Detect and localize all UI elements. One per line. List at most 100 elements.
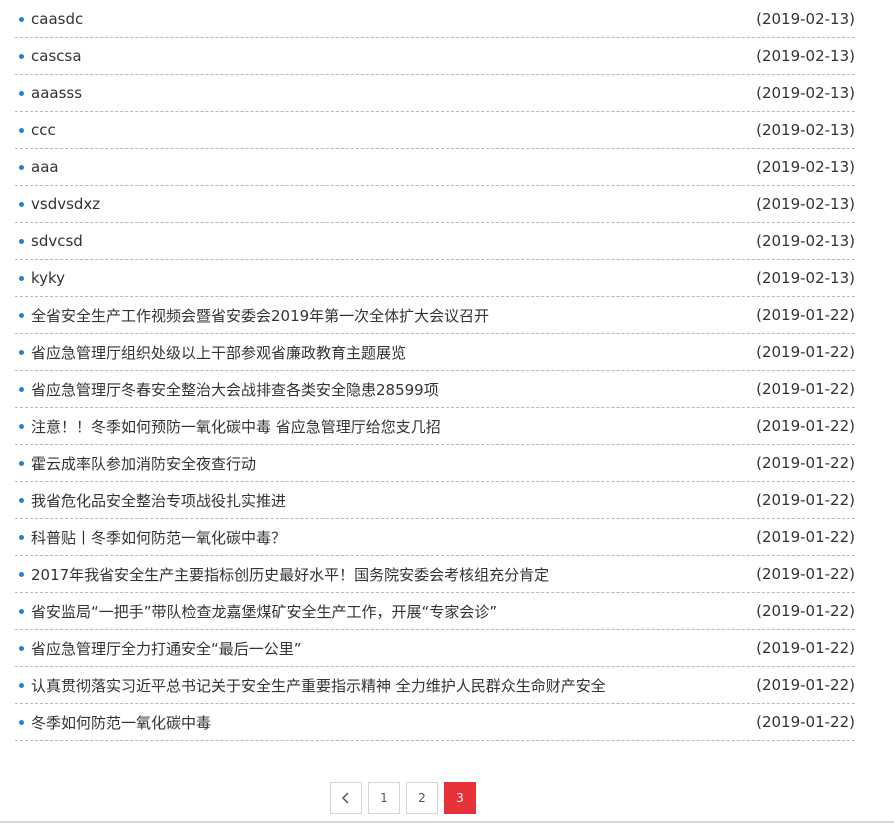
list-item-left: 省安监局“一把手”带队检查龙嘉堡煤矿安全生产工作，开展“专家会诊” [15,601,497,622]
bullet-icon [19,460,24,466]
article-date: (2019-01-22) [756,306,855,324]
article-title-link[interactable]: aaasss [31,84,82,102]
list-item[interactable]: vsdvsdxz (2019-02-13) [15,186,855,223]
article-title-link[interactable]: 省应急管理厅冬春安全整治大会战排查各类安全隐患28599项 [31,379,439,400]
article-date: (2019-02-13) [756,47,855,65]
article-title-link[interactable]: 省应急管理厅组织处级以上干部参观省廉政教育主题展览 [31,342,406,363]
article-title-link[interactable]: 全省安全生产工作视频会暨省安委会2019年第一次全体扩大会议召开 [31,305,489,326]
article-title-link[interactable]: 注意！！冬季如何预防一氧化碳中毒 省应急管理厅给您支几招 [31,416,441,437]
chevron-left-icon [341,792,349,804]
footer-divider [0,821,894,823]
list-item[interactable]: 省应急管理厅组织处级以上干部参观省廉政教育主题展览 (2019-01-22) [15,334,855,371]
list-item-left: 2017年我省安全生产主要指标创历史最好水平！国务院安委会考核组充分肯定 [15,564,549,585]
article-title-link[interactable]: cascsa [31,47,82,65]
list-item[interactable]: aaa (2019-02-13) [15,149,855,186]
article-list: caasdc (2019-02-13) cascsa (2019-02-13) aaas… [15,1,855,741]
list-item-left: 霍云成率队参加消防安全夜查行动 [15,453,256,474]
prev-page-button[interactable] [330,782,362,814]
list-item[interactable]: aaasss (2019-02-13) [15,75,855,112]
article-title-link[interactable]: 科普贴丨冬季如何防范一氧化碳中毒？ [31,527,286,548]
list-item-left: 认真贯彻落实习近平总书记关于安全生产重要指示精神 全力维护人民群众生命财产安全 [15,675,606,696]
list-item-left: 注意！！冬季如何预防一氧化碳中毒 省应急管理厅给您支几招 [15,416,441,437]
bullet-icon [19,238,24,244]
list-item[interactable]: caasdc (2019-02-13) [15,1,855,38]
page-button-1[interactable]: 1 [368,782,400,814]
article-date: (2019-02-13) [756,158,855,176]
bullet-icon [19,423,24,429]
bullet-icon [19,645,24,651]
list-item-left: aaasss [15,84,82,102]
article-date: (2019-02-13) [756,195,855,213]
article-date: (2019-02-13) [756,121,855,139]
article-title-link[interactable]: 省应急管理厅全力打通安全“最后一公里” [31,638,302,659]
list-item[interactable]: cascsa (2019-02-13) [15,38,855,75]
article-date: (2019-02-13) [756,269,855,287]
article-date: (2019-01-22) [756,713,855,731]
list-item-left: 省应急管理厅组织处级以上干部参观省廉政教育主题展览 [15,342,406,363]
list-item-left: vsdvsdxz [15,195,100,213]
bullet-icon [19,534,24,540]
list-item[interactable]: 注意！！冬季如何预防一氧化碳中毒 省应急管理厅给您支几招 (2019-01-22) [15,408,855,445]
article-date: (2019-02-13) [756,232,855,250]
bullet-icon [19,201,24,207]
article-title-link[interactable]: ccc [31,121,56,139]
list-item[interactable]: 霍云成率队参加消防安全夜查行动 (2019-01-22) [15,445,855,482]
list-item-left: 科普贴丨冬季如何防范一氧化碳中毒？ [15,527,286,548]
article-date: (2019-02-13) [756,84,855,102]
article-title-link[interactable]: caasdc [31,10,83,28]
article-title-link[interactable]: vsdvsdxz [31,195,100,213]
article-date: (2019-01-22) [756,380,855,398]
article-date: (2019-01-22) [756,454,855,472]
article-date: (2019-01-22) [756,639,855,657]
list-item-left: 冬季如何防范一氧化碳中毒 [15,712,211,733]
article-title-link[interactable]: 冬季如何防范一氧化碳中毒 [31,712,211,733]
page-button-3-current[interactable]: 3 [444,782,476,814]
article-title-link[interactable]: 省安监局“一把手”带队检查龙嘉堡煤矿安全生产工作，开展“专家会诊” [31,601,497,622]
article-title-link[interactable]: 霍云成率队参加消防安全夜查行动 [31,453,256,474]
article-title-link[interactable]: kyky [31,269,65,287]
list-item[interactable]: 省应急管理厅冬春安全整治大会战排查各类安全隐患28599项 (2019-01-22… [15,371,855,408]
bullet-icon [19,90,24,96]
article-title-link[interactable]: sdvcsd [31,232,83,250]
article-date: (2019-01-22) [756,491,855,509]
list-item[interactable]: 冬季如何防范一氧化碳中毒 (2019-01-22) [15,704,855,741]
pagination: 1 2 3 [330,782,476,814]
article-title-link[interactable]: 2017年我省安全生产主要指标创历史最好水平！国务院安委会考核组充分肯定 [31,564,549,585]
list-item-left: caasdc [15,10,83,28]
bullet-icon [19,275,24,281]
list-item-left: sdvcsd [15,232,83,250]
article-title-link[interactable]: 认真贯彻落实习近平总书记关于安全生产重要指示精神 全力维护人民群众生命财产安全 [31,675,606,696]
bullet-icon [19,127,24,133]
list-item-left: cascsa [15,47,82,65]
list-item[interactable]: 省应急管理厅全力打通安全“最后一公里” (2019-01-22) [15,630,855,667]
bullet-icon [19,349,24,355]
list-item[interactable]: ccc (2019-02-13) [15,112,855,149]
list-item-left: 省应急管理厅冬春安全整治大会战排查各类安全隐患28599项 [15,379,439,400]
list-item[interactable]: 认真贯彻落实习近平总书记关于安全生产重要指示精神 全力维护人民群众生命财产安全 (… [15,667,855,704]
list-item-left: 省应急管理厅全力打通安全“最后一公里” [15,638,302,659]
article-date: (2019-01-22) [756,343,855,361]
bullet-icon [19,16,24,22]
article-title-link[interactable]: 我省危化品安全整治专项战役扎实推进 [31,490,286,511]
bullet-icon [19,312,24,318]
list-item[interactable]: kyky (2019-02-13) [15,260,855,297]
list-item-left: 我省危化品安全整治专项战役扎实推进 [15,490,286,511]
bullet-icon [19,497,24,503]
list-item[interactable]: 我省危化品安全整治专项战役扎实推进 (2019-01-22) [15,482,855,519]
list-item[interactable]: 2017年我省安全生产主要指标创历史最好水平！国务院安委会考核组充分肯定 (201… [15,556,855,593]
article-date: (2019-01-22) [756,676,855,694]
list-item[interactable]: 省安监局“一把手”带队检查龙嘉堡煤矿安全生产工作，开展“专家会诊” (2019-0… [15,593,855,630]
list-item-left: ccc [15,121,56,139]
list-item[interactable]: 科普贴丨冬季如何防范一氧化碳中毒？ (2019-01-22) [15,519,855,556]
bullet-icon [19,164,24,170]
list-item[interactable]: 全省安全生产工作视频会暨省安委会2019年第一次全体扩大会议召开 (2019-01… [15,297,855,334]
list-item-left: kyky [15,269,65,287]
article-title-link[interactable]: aaa [31,158,59,176]
bullet-icon [19,682,24,688]
list-item[interactable]: sdvcsd (2019-02-13) [15,223,855,260]
bullet-icon [19,571,24,577]
article-date: (2019-01-22) [756,565,855,583]
article-date: (2019-01-22) [756,528,855,546]
article-date: (2019-02-13) [756,10,855,28]
page-button-2[interactable]: 2 [406,782,438,814]
